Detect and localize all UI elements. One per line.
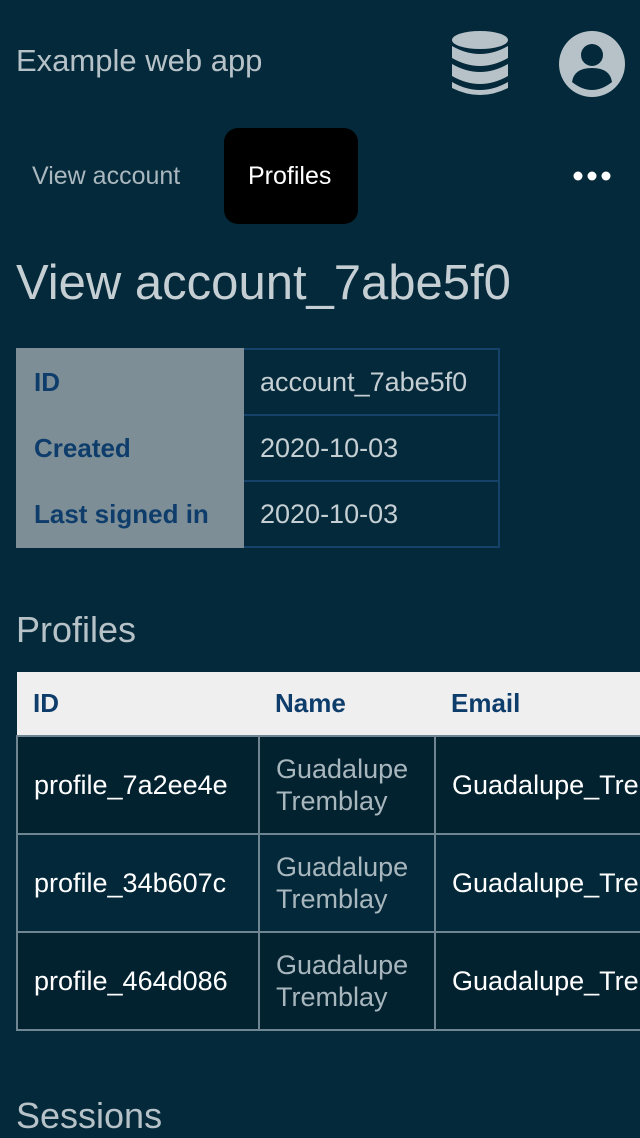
table-header-row: ID Name Email — [17, 672, 640, 736]
profile-email[interactable]: Guadalupe_Tre — [434, 833, 640, 933]
tab-profiles[interactable]: Profiles — [224, 128, 358, 224]
profile-id-link[interactable]: profile_34b607c — [16, 833, 260, 933]
column-header-email: Email — [435, 672, 640, 736]
sessions-heading: Sessions — [16, 1095, 163, 1136]
profile-name: Guadalupe Tremblay — [258, 735, 436, 835]
detail-value: 2020-10-03 — [242, 414, 500, 482]
tab-view-account[interactable]: View account — [8, 128, 204, 224]
profile-id-link[interactable]: profile_7a2ee4e — [16, 735, 260, 835]
column-header-name: Name — [259, 672, 435, 736]
profiles-table-container[interactable]: ID Name Email profile_7a2ee4e Guadalupe … — [16, 672, 640, 1032]
profile-id-link[interactable]: profile_464d086 — [16, 931, 260, 1031]
detail-row-created: Created 2020-10-03 — [16, 414, 500, 482]
detail-key: Created — [16, 414, 244, 482]
user-avatar-icon[interactable] — [558, 30, 626, 98]
profiles-heading: Profiles — [16, 609, 137, 650]
profile-name: Guadalupe Tremblay — [258, 833, 436, 933]
profile-email[interactable]: Guadalupe_Tre — [434, 931, 640, 1031]
account-details-table: ID account_7abe5f0 Created 2020-10-03 La… — [16, 348, 500, 548]
more-horizontal-icon[interactable] — [572, 166, 612, 186]
page-title: View account_7abe5f0 — [16, 256, 511, 310]
detail-key: ID — [16, 348, 244, 416]
detail-value: 2020-10-03 — [242, 480, 500, 548]
detail-row-last-signed-in: Last signed in 2020-10-03 — [16, 480, 500, 548]
profiles-table: ID Name Email profile_7a2ee4e Guadalupe … — [16, 672, 640, 1031]
column-header-id: ID — [17, 672, 259, 736]
database-icon[interactable] — [448, 30, 512, 98]
table-row[interactable]: profile_34b607c Guadalupe Tremblay Guada… — [16, 833, 640, 933]
app-title[interactable]: Example web app — [16, 42, 262, 80]
detail-row-id: ID account_7abe5f0 — [16, 348, 500, 416]
table-row[interactable]: profile_464d086 Guadalupe Tremblay Guada… — [16, 931, 640, 1031]
table-row[interactable]: profile_7a2ee4e Guadalupe Tremblay Guada… — [16, 735, 640, 835]
detail-key: Last signed in — [16, 480, 244, 548]
profile-email[interactable]: Guadalupe_Tre — [434, 735, 640, 835]
detail-value: account_7abe5f0 — [242, 348, 500, 416]
profile-name: Guadalupe Tremblay — [258, 931, 436, 1031]
